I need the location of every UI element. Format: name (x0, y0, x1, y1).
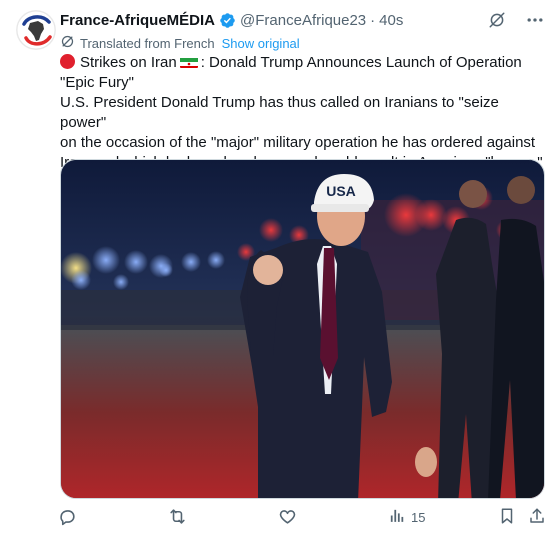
bookmark-button[interactable] (498, 507, 516, 528)
translation-note-text: Translated from French (80, 35, 215, 51)
show-original-link[interactable]: Show original (222, 36, 300, 51)
reply-button[interactable] (58, 507, 77, 529)
action-bar: 15 (58, 507, 548, 531)
views-count: 15 (411, 509, 426, 525)
repost-icon (168, 507, 187, 529)
body-line-2: on the occasion of the "major" military … (60, 134, 536, 151)
reply-icon (58, 507, 77, 529)
share-button[interactable] (528, 507, 546, 528)
handle[interactable]: @FranceAfrique23 (240, 12, 366, 29)
tweet-text: Strikes on Iran: Donald Trump Announces … (60, 53, 548, 173)
cap-text: USA (326, 183, 356, 199)
separator-dot: · (370, 11, 376, 29)
translate-icon (60, 34, 75, 52)
iran-flag-icon (179, 56, 198, 68)
translation-note: Translated from French Show original (60, 34, 300, 52)
africa-map-logo-icon (16, 10, 56, 50)
like-icon (278, 507, 297, 529)
repost-button[interactable] (168, 507, 187, 529)
like-button[interactable] (278, 507, 297, 529)
photo-scene: USA (61, 160, 544, 498)
tweet-headline: Strikes on Iran: Donald Trump Announces … (60, 53, 548, 93)
tweet-header: France-AfriqueMÉDIA @FranceAfrique23 · 4… (60, 9, 403, 31)
views-button[interactable]: 15 (388, 507, 425, 527)
verified-badge-icon (219, 12, 236, 29)
more-options-icon[interactable] (525, 10, 545, 30)
display-name[interactable]: France-AfriqueMÉDIA (60, 12, 215, 29)
views-icon (388, 507, 405, 527)
grok-icon[interactable] (487, 10, 507, 30)
tweet-photo[interactable]: USA (60, 159, 545, 499)
timestamp[interactable]: 40s (379, 12, 403, 29)
avatar[interactable] (16, 10, 56, 50)
red-circle-emoji-icon (60, 54, 75, 69)
body-line-1: U.S. President Donald Trump has thus cal… (60, 94, 499, 131)
share-icon (528, 507, 546, 528)
header-actions (487, 10, 545, 30)
headline-text: Strikes on Iran (80, 54, 177, 71)
bookmark-icon (498, 507, 516, 528)
